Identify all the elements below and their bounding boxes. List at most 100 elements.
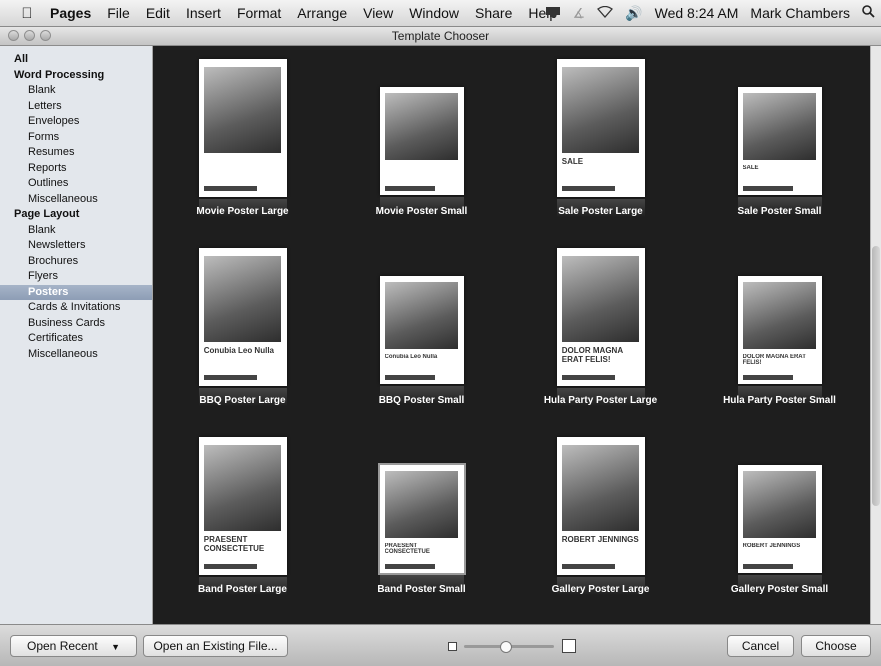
template-thumbnail[interactable]: [198, 59, 287, 197]
choose-button[interactable]: Choose: [801, 635, 871, 657]
template-thumbnail[interactable]: Conubia Leo Nulla: [198, 248, 287, 386]
thumbnail-text-line: [561, 374, 615, 381]
sidebar-item-7[interactable]: Reports: [0, 161, 152, 177]
window-title-bar: Template Chooser: [0, 27, 881, 46]
menu-format[interactable]: Format: [229, 5, 289, 21]
menu-file[interactable]: File: [99, 5, 138, 21]
thumbnail-image: [203, 67, 282, 153]
template-thumbnail[interactable]: [379, 87, 464, 195]
spotlight-search-icon[interactable]: [856, 5, 881, 21]
template-item[interactable]: Movie Poster Small: [332, 46, 511, 235]
template-item[interactable]: Conubia Leo Nulla BBQ Poster Small: [332, 235, 511, 424]
template-name-label: Gallery Poster Small: [730, 584, 829, 595]
template-item[interactable]: DOLOR MAGNA ERAT FELIS! Hula Party Poster…: [511, 235, 690, 424]
template-item[interactable]: PRAESENT CONSECTETUE Band Poster Small: [332, 424, 511, 613]
thumbnail-image: [384, 282, 459, 350]
sidebar-item-15[interactable]: Posters: [0, 284, 152, 300]
template-name-label: Band Poster Large: [198, 584, 287, 595]
close-window-button[interactable]: [8, 30, 19, 41]
menubar-user[interactable]: Mark Chambers: [744, 5, 856, 21]
open-existing-file-button[interactable]: Open an Existing File...: [143, 635, 288, 657]
thumbnail-text-line: [203, 374, 257, 381]
sidebar-item-2[interactable]: Blank: [0, 83, 152, 99]
thumbnail-text-line: [384, 375, 435, 380]
sidebar-item-18[interactable]: Certificates: [0, 331, 152, 347]
sidebar-item-5[interactable]: Forms: [0, 130, 152, 146]
sidebar-group-10[interactable]: Page Layout: [0, 207, 152, 223]
sidebar-group-1[interactable]: Word Processing: [0, 68, 152, 84]
sidebar-item-11[interactable]: Blank: [0, 223, 152, 239]
template-item[interactable]: PRAESENT CONSECTETUE Band Poster Large: [153, 424, 332, 613]
template-item[interactable]: DOLOR MAGNA ERAT FELIS! Hula Party Poster…: [690, 235, 869, 424]
bottom-toolbar: Open Recent ▼ Open an Existing File... C…: [0, 624, 881, 666]
wifi-icon[interactable]: [591, 5, 619, 21]
volume-icon[interactable]: 🔊: [619, 5, 648, 22]
menu-view[interactable]: View: [355, 5, 401, 21]
template-thumbnail[interactable]: PRAESENT CONSECTETUE: [198, 437, 287, 575]
sidebar-item-14[interactable]: Flyers: [0, 269, 152, 285]
menu-window[interactable]: Window: [401, 5, 467, 21]
sidebar-item-17[interactable]: Business Cards: [0, 316, 152, 332]
sidebar-item-8[interactable]: Outlines: [0, 176, 152, 192]
thumbnail-text-line: [384, 564, 435, 569]
thumbnail-image: [384, 93, 459, 161]
menu-edit[interactable]: Edit: [138, 5, 178, 21]
bluetooth-icon[interactable]: ∡: [567, 5, 592, 22]
cancel-button[interactable]: Cancel: [727, 635, 794, 657]
menu-arrange[interactable]: Arrange: [289, 5, 355, 21]
thumbnail-image: [203, 445, 282, 531]
zoom-window-button[interactable]: [40, 30, 51, 41]
thumbnail-headline: Conubia Leo Nulla: [203, 347, 274, 356]
template-thumbnail[interactable]: Conubia Leo Nulla: [379, 276, 464, 384]
template-name-label: Band Poster Small: [377, 584, 466, 595]
template-thumbnail[interactable]: DOLOR MAGNA ERAT FELIS!: [556, 248, 645, 386]
sidebar-item-3[interactable]: Letters: [0, 99, 152, 115]
thumbnail-image: [742, 471, 817, 539]
menu-insert[interactable]: Insert: [178, 5, 229, 21]
template-item[interactable]: ROBERT JENNINGS Gallery Poster Large: [511, 424, 690, 613]
minimize-window-button[interactable]: [24, 30, 35, 41]
sidebar-item-19[interactable]: Miscellaneous: [0, 347, 152, 363]
thumbnail-text-line: [742, 564, 793, 569]
template-item[interactable]: Movie Poster Large: [153, 46, 332, 235]
template-thumbnail[interactable]: SALE: [556, 59, 645, 197]
menu-share[interactable]: Share: [467, 5, 520, 21]
app-menu[interactable]: Pages: [42, 5, 99, 21]
sidebar-item-9[interactable]: Miscellaneous: [0, 192, 152, 208]
template-item[interactable]: SALE Sale Poster Large: [511, 46, 690, 235]
template-name-label: Sale Poster Small: [737, 206, 822, 217]
template-item[interactable]: ROBERT JENNINGS Gallery Poster Small: [690, 424, 869, 613]
template-thumbnail[interactable]: SALE: [737, 87, 822, 195]
thumbnail-size-slider[interactable]: [448, 639, 576, 653]
thumbnail-image: [742, 93, 817, 161]
sidebar-item-16[interactable]: Cards & Invitations: [0, 300, 152, 316]
sidebar-item-6[interactable]: Resumes: [0, 145, 152, 161]
thumbnail-image: [561, 67, 640, 153]
open-recent-button[interactable]: Open Recent ▼: [10, 635, 137, 657]
template-category-sidebar: All Word Processing Blank Letters Envelopes F…: [0, 46, 153, 624]
template-thumbnail[interactable]: ROBERT JENNINGS: [556, 437, 645, 575]
sidebar-item-12[interactable]: Newsletters: [0, 238, 152, 254]
thumbnail-headline: DOLOR MAGNA ERAT FELIS!: [561, 347, 623, 365]
template-item[interactable]: Conubia Leo Nulla BBQ Poster Large: [153, 235, 332, 424]
template-thumbnail[interactable]: DOLOR MAGNA ERAT FELIS!: [737, 276, 822, 384]
thumbnail-headline: DOLOR MAGNA ERAT FELIS!: [742, 353, 806, 367]
vertical-scrollbar[interactable]: [870, 46, 881, 624]
apple-menu-icon[interactable]: : [12, 5, 42, 22]
dropdown-arrow-icon: ▼: [111, 642, 120, 652]
slider-knob[interactable]: [500, 641, 512, 653]
menubar-clock[interactable]: Wed 8:24 AM: [649, 5, 745, 21]
template-thumbnail[interactable]: PRAESENT CONSECTETUE: [377, 463, 466, 575]
sidebar-item-13[interactable]: Brochures: [0, 254, 152, 270]
sidebar-group-0[interactable]: All: [0, 52, 152, 68]
scrollbar-thumb[interactable]: [872, 246, 880, 506]
template-name-label: Hula Party Poster Large: [543, 395, 658, 406]
thumbnail-headline: ROBERT JENNINGS: [742, 542, 801, 549]
thumbnail-text-line: [561, 563, 615, 570]
template-name-label: Hula Party Poster Small: [723, 395, 836, 406]
display-icon[interactable]: [539, 5, 567, 21]
template-item[interactable]: SALE Sale Poster Small: [690, 46, 869, 235]
thumbnail-text-line: [742, 186, 793, 191]
template-thumbnail[interactable]: ROBERT JENNINGS: [737, 465, 822, 573]
sidebar-item-4[interactable]: Envelopes: [0, 114, 152, 130]
